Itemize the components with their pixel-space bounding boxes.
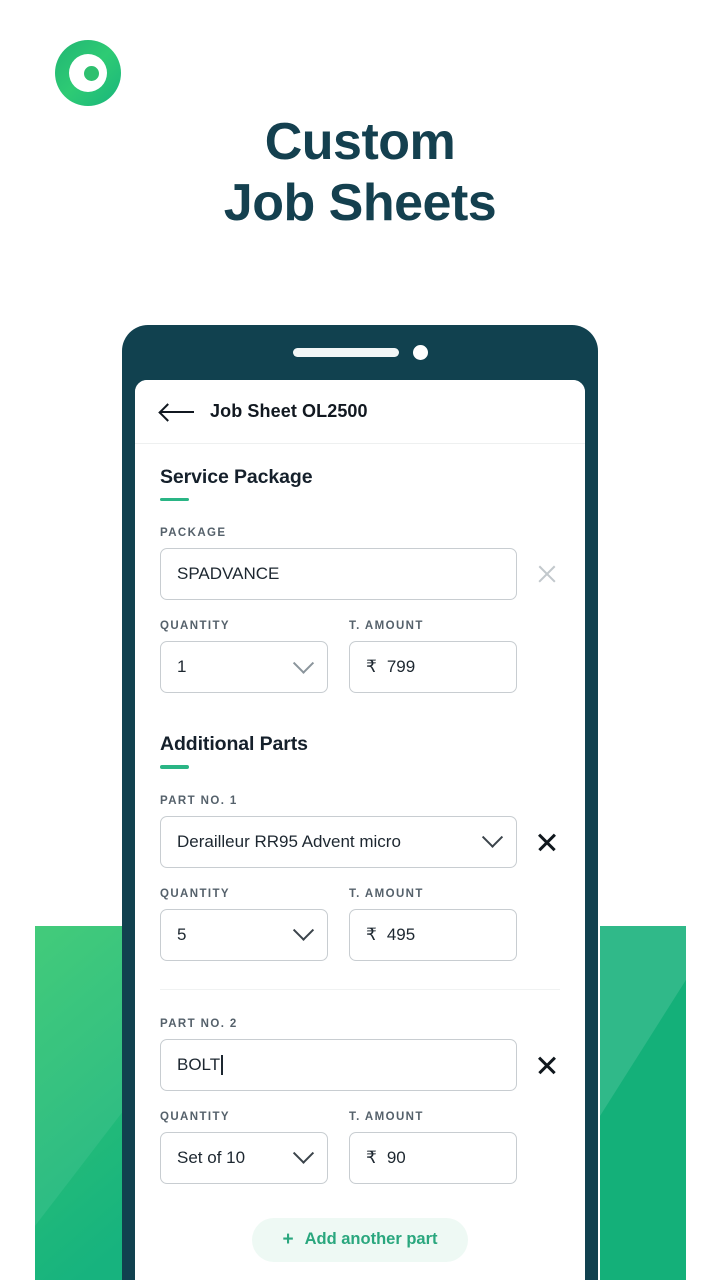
page-title-line2: Job Sheets bbox=[223, 174, 497, 233]
logo-inner-ring bbox=[69, 54, 107, 92]
part-amount-label: T. AMOUNT bbox=[349, 887, 424, 900]
rupee-symbol-icon: ₹ bbox=[366, 1147, 377, 1167]
form-content: Service Package PACKAGE SPADVANCE QUANTI… bbox=[135, 444, 585, 1262]
chevron-down-icon bbox=[292, 919, 315, 942]
package-amount-label: T. AMOUNT bbox=[349, 620, 424, 633]
part-amount-label: T. AMOUNT bbox=[349, 1110, 424, 1123]
part-select[interactable]: Derailleur RR95 Advent micro bbox=[160, 815, 517, 868]
part-quantity-group: QUANTITY Set of 10 bbox=[160, 1111, 328, 1184]
package-input[interactable]: SPADVANCE bbox=[160, 548, 517, 601]
part-amount-value: 495 bbox=[386, 924, 416, 944]
chevron-down-icon bbox=[292, 652, 315, 674]
package-amount-group: T. AMOUNT ₹ 799 bbox=[349, 620, 517, 694]
part-quantity-value: 5 bbox=[177, 924, 187, 944]
page-title-line1: Custom bbox=[264, 113, 456, 171]
package-amount-value: 799 bbox=[386, 657, 416, 677]
part-value: Derailleur RR95 Advent micro bbox=[177, 831, 401, 851]
package-clear-close-icon[interactable] bbox=[534, 561, 560, 587]
logo-center-dot bbox=[83, 65, 99, 81]
decorative-green-panel-right bbox=[600, 926, 686, 1280]
part-amount-group: T. AMOUNT ₹ 495 bbox=[349, 888, 517, 961]
part-qty-amount-row: QUANTITY Set of 10 T. AMOUNT ₹ 90 bbox=[160, 1111, 560, 1184]
add-another-part-button[interactable]: + Add another part bbox=[252, 1217, 468, 1262]
package-quantity-label: QUANTITY bbox=[160, 620, 230, 633]
part-amount-input[interactable]: ₹ 495 bbox=[349, 908, 517, 961]
package-field-group: PACKAGE SPADVANCE bbox=[160, 527, 560, 601]
section-heading-additional-parts: Additional Parts bbox=[160, 733, 308, 756]
part-quantity-group: QUANTITY 5 bbox=[160, 888, 328, 961]
chevron-down-icon bbox=[292, 1142, 315, 1165]
additional-parts-section: Additional Parts PART NO. 1 Derailleur R… bbox=[160, 733, 560, 1262]
phone-screen: Job Sheet OL2500 Service Package PACKAGE… bbox=[135, 380, 585, 1280]
add-part-button-wrap: + Add another part bbox=[160, 1217, 560, 1262]
part-quantity-select[interactable]: 5 bbox=[160, 908, 328, 961]
service-package-section: Service Package PACKAGE SPADVANCE QUANTI… bbox=[160, 466, 560, 694]
speaker-bar-icon bbox=[292, 348, 399, 357]
part-item: PART NO. 2 BOLT QUANTITY Set of 10 T. AM… bbox=[160, 1018, 560, 1184]
package-amount-input[interactable]: ₹ 799 bbox=[349, 641, 517, 694]
package-qty-amount-row: QUANTITY 1 T. AMOUNT ₹ 799 bbox=[160, 620, 560, 694]
part-item: PART NO. 1 Derailleur RR95 Advent micro … bbox=[160, 795, 560, 961]
part-quantity-label: QUANTITY bbox=[160, 887, 230, 900]
package-field-row: SPADVANCE bbox=[160, 548, 560, 601]
add-another-part-label: Add another part bbox=[304, 1230, 438, 1249]
part-qty-amount-row: QUANTITY 5 T. AMOUNT ₹ 495 bbox=[160, 888, 560, 961]
phone-mockup: Job Sheet OL2500 Service Package PACKAGE… bbox=[122, 325, 598, 1280]
page-title: Custom Job Sheets bbox=[0, 112, 720, 235]
app-bar: Job Sheet OL2500 bbox=[135, 380, 585, 444]
part-amount-value: 90 bbox=[386, 1147, 406, 1167]
app-bar-title: Job Sheet OL2500 bbox=[210, 401, 368, 421]
part-divider bbox=[160, 988, 560, 990]
part-label: PART NO. 1 bbox=[160, 794, 238, 807]
part-quantity-value: Set of 10 bbox=[177, 1147, 246, 1167]
screenshot-stage: Custom Job Sheets Job Sheet OL2500 Servi… bbox=[0, 0, 720, 1280]
part-field-row: BOLT bbox=[160, 1038, 560, 1091]
part-text-input[interactable]: BOLT bbox=[160, 1038, 517, 1091]
plus-icon: + bbox=[282, 1229, 294, 1251]
part-remove-close-icon[interactable] bbox=[534, 1052, 560, 1078]
part-amount-input[interactable]: ₹ 90 bbox=[349, 1131, 517, 1184]
part-amount-group: T. AMOUNT ₹ 90 bbox=[349, 1111, 517, 1184]
package-input-value: SPADVANCE bbox=[177, 564, 280, 584]
package-label: PACKAGE bbox=[160, 527, 227, 540]
section-underline-accent bbox=[160, 498, 189, 502]
back-arrow-icon[interactable] bbox=[160, 402, 194, 422]
part-quantity-label: QUANTITY bbox=[160, 1110, 230, 1123]
section-underline-accent bbox=[160, 765, 189, 769]
part-field-row: Derailleur RR95 Advent micro bbox=[160, 815, 560, 868]
phone-notch bbox=[122, 325, 598, 380]
circle-dot-logo-icon bbox=[55, 40, 121, 106]
package-quantity-group: QUANTITY 1 bbox=[160, 620, 328, 694]
camera-dot-icon bbox=[412, 345, 428, 360]
part-value: BOLT bbox=[177, 1055, 500, 1076]
rupee-symbol-icon: ₹ bbox=[366, 657, 377, 677]
text-caret bbox=[221, 1055, 223, 1076]
part-quantity-select[interactable]: Set of 10 bbox=[160, 1131, 328, 1184]
section-heading-service-package: Service Package bbox=[160, 466, 313, 488]
part-remove-close-icon[interactable] bbox=[534, 829, 560, 855]
part-label: PART NO. 2 bbox=[160, 1017, 238, 1030]
package-quantity-value: 1 bbox=[177, 657, 187, 677]
chevron-down-icon bbox=[481, 826, 504, 849]
package-quantity-select[interactable]: 1 bbox=[160, 641, 328, 694]
rupee-symbol-icon: ₹ bbox=[366, 924, 377, 944]
